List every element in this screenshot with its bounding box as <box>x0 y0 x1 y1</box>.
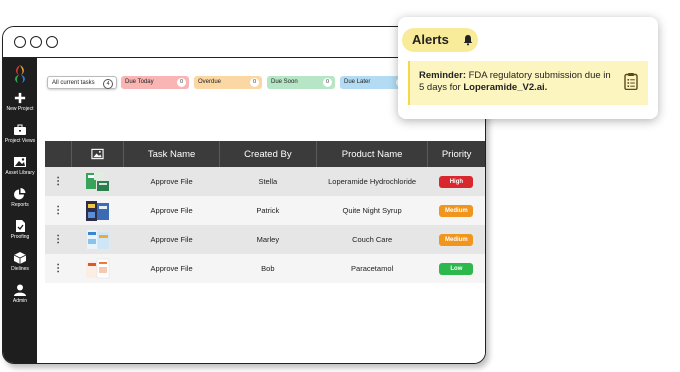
created-by-cell: Patrick <box>219 196 317 225</box>
row-menu-icon[interactable]: ⋮ <box>45 254 72 283</box>
sidebar-item-reports[interactable]: Reports <box>3 188 37 208</box>
task-name-cell: Approve File <box>123 225 220 254</box>
table-row[interactable]: ⋮ Approve File Bob Paracetamol Low <box>45 254 485 283</box>
priority-badge: Medium <box>439 204 474 217</box>
clipboard-icon <box>624 73 638 90</box>
priority-cell: Medium <box>427 225 485 254</box>
sidebar-item-label: Dielines <box>11 266 29 272</box>
filter-due-soon[interactable]: Due Soon 0 <box>267 76 335 89</box>
sidebar-item-label: New Project <box>6 106 34 112</box>
product-name-cell: Paracetamol <box>316 254 428 283</box>
filter-due-today[interactable]: Due Today 0 <box>121 76 189 89</box>
filter-label: Due Later <box>344 79 371 85</box>
pie-chart-icon <box>14 188 26 200</box>
table-header-row: Task Name Created By Product Name Priori… <box>45 141 485 167</box>
task-name-cell: Approve File <box>123 196 220 225</box>
product-name-cell: Loperamide Hydrochloride <box>316 167 428 196</box>
task-name-cell: Approve File <box>123 167 220 196</box>
product-thumbnail-image <box>86 229 109 249</box>
table-header-priority[interactable]: Priority <box>427 141 485 167</box>
image-icon <box>14 157 26 167</box>
alert-reminder[interactable]: Reminder: FDA regulatory submission due … <box>408 61 648 105</box>
priority-badge: Medium <box>439 233 474 246</box>
alerts-header[interactable]: Alerts <box>402 28 478 52</box>
row-menu-icon[interactable]: ⋮ <box>45 167 72 196</box>
table-row[interactable]: ⋮ Approve File Patrick Quite Night Syrup… <box>45 196 485 225</box>
created-by-cell: Bob <box>219 254 317 283</box>
image-icon <box>91 148 104 160</box>
sidebar-item-label: Proofing <box>10 234 30 240</box>
created-by-cell: Marley <box>219 225 317 254</box>
sidebar-item-label: Admin <box>12 298 28 304</box>
alerts-panel: Alerts Reminder: FDA regulatory submissi… <box>398 17 658 119</box>
task-name-cell: Approve File <box>123 254 220 283</box>
window-control-dot[interactable] <box>30 36 42 48</box>
plus-icon <box>14 92 26 104</box>
filter-label: Overdue <box>198 79 222 85</box>
admin-icon <box>14 284 26 296</box>
priority-cell: Low <box>427 254 485 283</box>
document-check-icon <box>16 220 25 232</box>
window-control-dot[interactable] <box>14 36 26 48</box>
filter-count: 0 <box>177 78 186 87</box>
sidebar-item-dielines[interactable]: Dielines <box>3 252 37 272</box>
product-name-cell: Quite Night Syrup <box>316 196 428 225</box>
row-thumbnail[interactable] <box>71 225 124 254</box>
table-row[interactable]: ⋮ Approve File Marley Couch Care Medium <box>45 225 485 254</box>
filter-overdue[interactable]: Overdue 0 <box>194 76 262 89</box>
window-control-dot[interactable] <box>46 36 58 48</box>
sidebar-item-asset-library[interactable]: Asset Library <box>3 156 37 176</box>
sidebar: New Project Project Views Asset Library … <box>3 58 37 363</box>
created-by-cell: Stella <box>219 167 317 196</box>
filter-all-current-tasks[interactable]: All current tasks 4 <box>47 76 117 89</box>
bell-icon <box>463 35 473 46</box>
cube-icon <box>13 252 27 264</box>
alerts-title: Alerts <box>412 32 449 47</box>
priority-badge: High <box>439 175 474 188</box>
reminder-file-name: Loperamide_V2.ai. <box>463 82 548 93</box>
app-logo-icon <box>15 65 25 83</box>
table-row[interactable]: ⋮ Approve File Stella Loperamide Hydroch… <box>45 167 485 196</box>
product-name-cell: Couch Care <box>316 225 428 254</box>
priority-cell: Medium <box>427 196 485 225</box>
product-thumbnail-image <box>85 171 109 191</box>
sidebar-item-label: Asset Library <box>5 170 35 176</box>
row-thumbnail[interactable] <box>71 254 124 283</box>
briefcase-icon <box>14 124 26 135</box>
sidebar-item-new-project[interactable]: New Project <box>3 92 37 112</box>
priority-badge: Low <box>439 262 474 275</box>
filter-count: 0 <box>250 78 259 87</box>
reminder-label: Reminder: <box>419 70 466 81</box>
row-menu-icon[interactable]: ⋮ <box>45 225 72 254</box>
task-table: Task Name Created By Product Name Priori… <box>45 141 485 283</box>
product-thumbnail-image <box>85 200 109 221</box>
filter-label: Due Today <box>125 79 154 85</box>
row-thumbnail[interactable] <box>71 167 124 196</box>
priority-cell: High <box>427 167 485 196</box>
row-menu-icon[interactable]: ⋮ <box>45 196 72 225</box>
sidebar-item-label: Project Views <box>4 138 36 144</box>
sidebar-item-proofing[interactable]: Proofing <box>3 220 37 240</box>
table-header-image <box>70 141 124 167</box>
table-header-created-by[interactable]: Created By <box>218 141 317 167</box>
filter-label: All current tasks <box>52 80 95 86</box>
filter-count: 0 <box>323 78 332 87</box>
table-header-task-name[interactable]: Task Name <box>123 141 220 167</box>
filter-count: 4 <box>103 78 113 89</box>
table-header-product-name[interactable]: Product Name <box>315 141 428 167</box>
sidebar-item-label: Reports <box>11 202 29 208</box>
filter-label: Due Soon <box>271 79 298 85</box>
product-thumbnail-image <box>85 258 109 278</box>
sidebar-item-project-views[interactable]: Project Views <box>3 124 37 144</box>
reminder-text: Reminder: FDA regulatory submission due … <box>419 70 611 94</box>
row-thumbnail[interactable] <box>71 196 124 225</box>
table-header-actions <box>45 141 72 167</box>
sidebar-item-admin[interactable]: Admin <box>3 284 37 304</box>
